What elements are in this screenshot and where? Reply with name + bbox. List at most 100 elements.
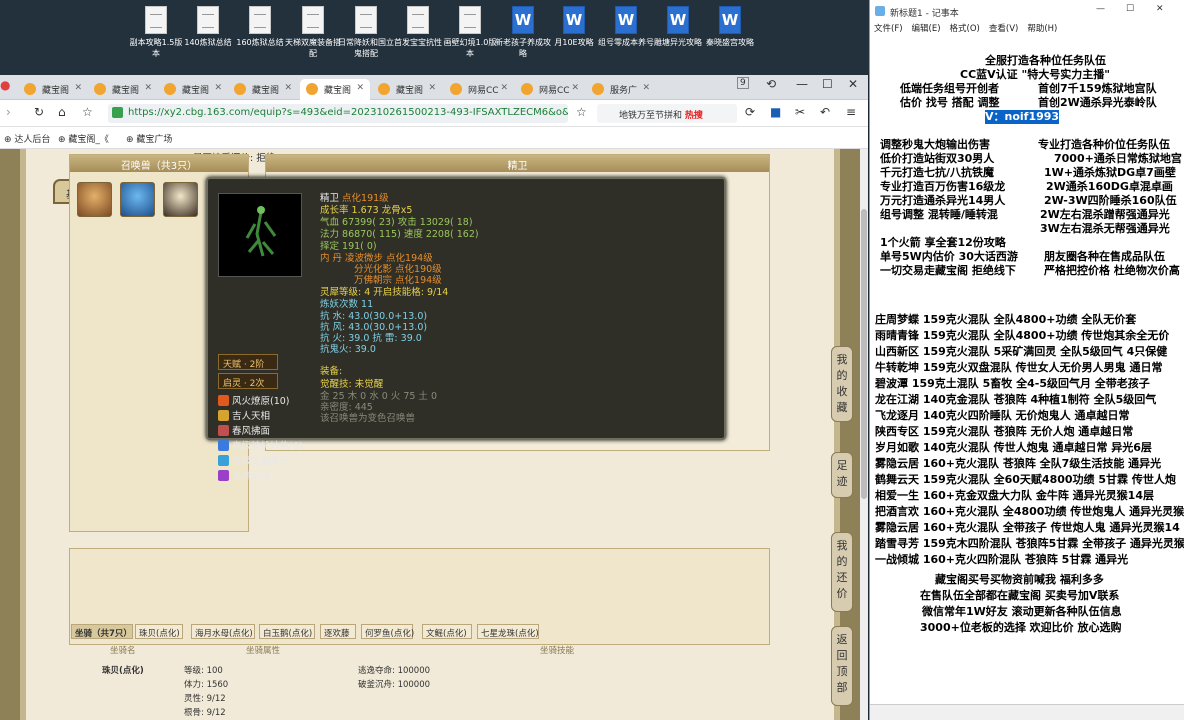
maximize-icon[interactable]: ☐ bbox=[822, 77, 833, 91]
desk-icon-12[interactable]: W 秦晓盛宫攻略 bbox=[702, 6, 758, 48]
menu-item[interactable]: 文件(F) bbox=[874, 24, 903, 34]
tab-favicon-icon bbox=[164, 83, 176, 95]
skill-label: 春风拂面 bbox=[232, 426, 271, 437]
mount-tab-4[interactable]: 逐欢藤 bbox=[320, 624, 356, 639]
browser-tab[interactable]: 藏宝阁 ✕ bbox=[300, 79, 370, 100]
menu-item[interactable]: 帮助(H) bbox=[1027, 24, 1057, 34]
close-window-icon[interactable]: ✕ bbox=[848, 77, 858, 91]
bookmark-3[interactable]: ⊕ 藏宝广场 bbox=[126, 132, 172, 145]
desk-icon-label: 首发宝宝抗性 bbox=[394, 38, 442, 47]
side-button-label: 我的还价 bbox=[836, 539, 848, 600]
browser-tab[interactable]: 藏宝阁 ✕ bbox=[158, 79, 228, 100]
tab-close-icon[interactable]: ✕ bbox=[214, 83, 222, 93]
tab-label: 藏宝阁 bbox=[252, 86, 280, 96]
browser-tab[interactable]: 藏宝阁 ✕ bbox=[88, 79, 158, 100]
desk-icon-label: 雕塘异光攻略 bbox=[654, 38, 702, 47]
col-mount-skill: 坐骑技能 bbox=[540, 646, 575, 656]
summon-avatar-1[interactable] bbox=[77, 182, 112, 217]
extension-icon[interactable]: ■ bbox=[770, 105, 781, 119]
mount-tab-3[interactable]: 白玉鹅(点化) bbox=[259, 624, 315, 639]
menu-icon[interactable]: ≡ bbox=[846, 105, 856, 119]
cut-icon[interactable]: ✂ bbox=[795, 105, 805, 119]
menu-item[interactable]: 编辑(E) bbox=[912, 24, 941, 34]
star-pin-icon[interactable]: ☆ bbox=[82, 105, 93, 119]
note-line: 2W通杀160DG卓混卓画 bbox=[1046, 180, 1173, 193]
mount-tab-2[interactable]: 海月水母(点化) bbox=[191, 624, 255, 639]
notepad-statusbar bbox=[870, 704, 1184, 720]
summon-avatar-2[interactable] bbox=[120, 182, 155, 217]
np-minimize-icon[interactable]: — bbox=[1096, 4, 1105, 14]
notepad-text-area[interactable]: 全服打造各种位任务队伍 CC蓝V认证 "特大号实力主播" 低端任务组号开创者 首创7千… bbox=[870, 36, 1184, 704]
desk-icon-3[interactable]: 160炼狱总结 bbox=[232, 6, 288, 48]
side-button-0[interactable]: 我的收藏 bbox=[831, 346, 853, 422]
undo-icon[interactable]: ↶ bbox=[820, 105, 830, 119]
tab-bar: ● 9 ⟲ — ☐ ✕ 藏宝阁 ✕ 藏宝阁 ✕ 藏宝阁 ✕ 藏宝阁 ✕ 藏宝阁 ✕ 藏宝阁 ✕ 网易CC… bbox=[0, 75, 868, 100]
home-icon[interactable]: ⌂ bbox=[58, 105, 66, 119]
tab-close-icon[interactable]: ✕ bbox=[500, 83, 508, 93]
desk-icon-6[interactable]: 首发宝宝抗性 bbox=[390, 6, 446, 48]
mount-tab-0[interactable]: 坐骑（共7只） bbox=[71, 624, 133, 639]
desk-icon-10[interactable]: W 组号零成本养号 bbox=[598, 6, 654, 48]
tab-close-icon[interactable]: ✕ bbox=[428, 83, 436, 93]
menu-item[interactable]: 查看(V) bbox=[989, 24, 1018, 34]
reload-icon[interactable]: ↻ bbox=[34, 105, 44, 119]
url-input[interactable]: https://xy2.cbg.163.com/equip?s=493&eid=… bbox=[108, 104, 568, 123]
desk-icon-5[interactable]: 日常降妖和国立鬼搭配 bbox=[338, 6, 394, 59]
tab-close-icon[interactable]: ✕ bbox=[642, 83, 650, 93]
tab-close-icon[interactable]: ✕ bbox=[144, 83, 152, 93]
note-line: 2W-3W四阶睡杀160队伍 bbox=[1044, 194, 1177, 207]
browser-tab[interactable]: 藏宝阁 ✕ bbox=[228, 79, 298, 100]
browser-tab[interactable]: 网易CC ✕ bbox=[515, 79, 585, 100]
forward-icon[interactable]: › bbox=[6, 105, 11, 119]
browser-tab[interactable]: 藏宝阁 ✕ bbox=[372, 79, 442, 100]
tab-close-icon[interactable]: ✕ bbox=[571, 83, 579, 93]
note-line: 飞龙逐月 140克火四阶睡队 无价炮鬼人 通卓越日常 bbox=[875, 409, 1130, 422]
tab-count-badge[interactable]: 9 bbox=[737, 77, 749, 89]
side-button-2[interactable]: 我的还价 bbox=[831, 532, 853, 612]
desk-icon-1[interactable]: 副本攻略1.5版本 bbox=[128, 6, 184, 59]
note-line: 庄周梦蝶 159克火混队 全队4800+功绩 全队无价套 bbox=[875, 313, 1137, 326]
tab-close-icon[interactable]: ✕ bbox=[284, 83, 292, 93]
tab-close-icon[interactable]: ✕ bbox=[356, 83, 364, 93]
browser-logo-icon[interactable]: ● bbox=[0, 78, 10, 92]
mount-tab-6[interactable]: 文鳐(点化) bbox=[422, 624, 472, 639]
tab-label: 藏宝阁 bbox=[182, 86, 210, 96]
mount-tab-7[interactable]: 七星龙珠(点化) bbox=[477, 624, 539, 639]
mount-tab-5[interactable]: 何罗鱼(点化) bbox=[361, 624, 414, 639]
bookmark-2[interactable]: ⊕ 藏宝阁_《 bbox=[58, 132, 109, 145]
minimize-icon[interactable]: — bbox=[796, 77, 808, 91]
side-button-1[interactable]: 足迹 bbox=[831, 452, 853, 498]
col-mount-attr: 坐骑属性 bbox=[246, 646, 281, 656]
skill-item: 风火燎原(10) bbox=[218, 393, 290, 407]
search-text: 地铁万至节拼和 bbox=[619, 111, 683, 121]
sync-icon[interactable]: ⟳ bbox=[745, 105, 755, 119]
bookmark-star-icon[interactable]: ☆ bbox=[576, 105, 587, 119]
mount-tab-1[interactable]: 珠贝(点化) bbox=[135, 624, 183, 639]
menu-item[interactable]: 格式(O) bbox=[950, 24, 980, 34]
browser-tab[interactable]: 服务广 ✕ bbox=[586, 79, 656, 100]
tab-favicon-icon bbox=[521, 83, 533, 95]
desk-icon-8[interactable]: W 新老孩子养成攻略 bbox=[495, 6, 551, 59]
browser-tab[interactable]: 网易CC ✕ bbox=[444, 79, 514, 100]
desk-icon-11[interactable]: W 雕塘异光攻略 bbox=[650, 6, 706, 48]
scroll-thumb[interactable] bbox=[861, 209, 867, 499]
browser-tab[interactable]: 藏宝阁 ✕ bbox=[18, 79, 88, 100]
desk-icon-2[interactable]: 140炼狱总结 bbox=[180, 6, 236, 48]
np-maximize-icon[interactable]: ☐ bbox=[1126, 4, 1134, 14]
note-line: 雾隐云居 160+克火混队 全带孩子 传世炮人鬼 通异光灵猴14 bbox=[875, 521, 1180, 534]
desk-icon-4[interactable]: 天梯双魔装备搭配 bbox=[285, 6, 341, 59]
desk-icon-7[interactable]: 画壁幻境1.0版本 bbox=[442, 6, 498, 59]
desk-icon-9[interactable]: W 月10E攻略 bbox=[546, 6, 602, 48]
page-scrollbar[interactable] bbox=[860, 149, 868, 720]
bookmark-1[interactable]: ⊕ 达人后台 bbox=[4, 132, 50, 145]
tab-close-icon[interactable]: ✕ bbox=[74, 83, 82, 93]
side-button-label: 返回顶部 bbox=[836, 633, 848, 694]
note-line: 1W+通杀炼狱DG卓7画壁 bbox=[1044, 166, 1176, 179]
summon-avatar-3[interactable] bbox=[163, 182, 198, 217]
np-close-icon[interactable]: ✕ bbox=[1156, 4, 1164, 14]
notepad-icon bbox=[875, 6, 885, 16]
side-button-3[interactable]: 返回顶部 bbox=[831, 626, 853, 706]
mount-name: 珠贝(点化) bbox=[102, 666, 144, 676]
search-input[interactable]: 地铁万至节拼和 热搜 bbox=[597, 104, 737, 123]
restore-tab-icon[interactable]: ⟲ bbox=[766, 77, 776, 91]
